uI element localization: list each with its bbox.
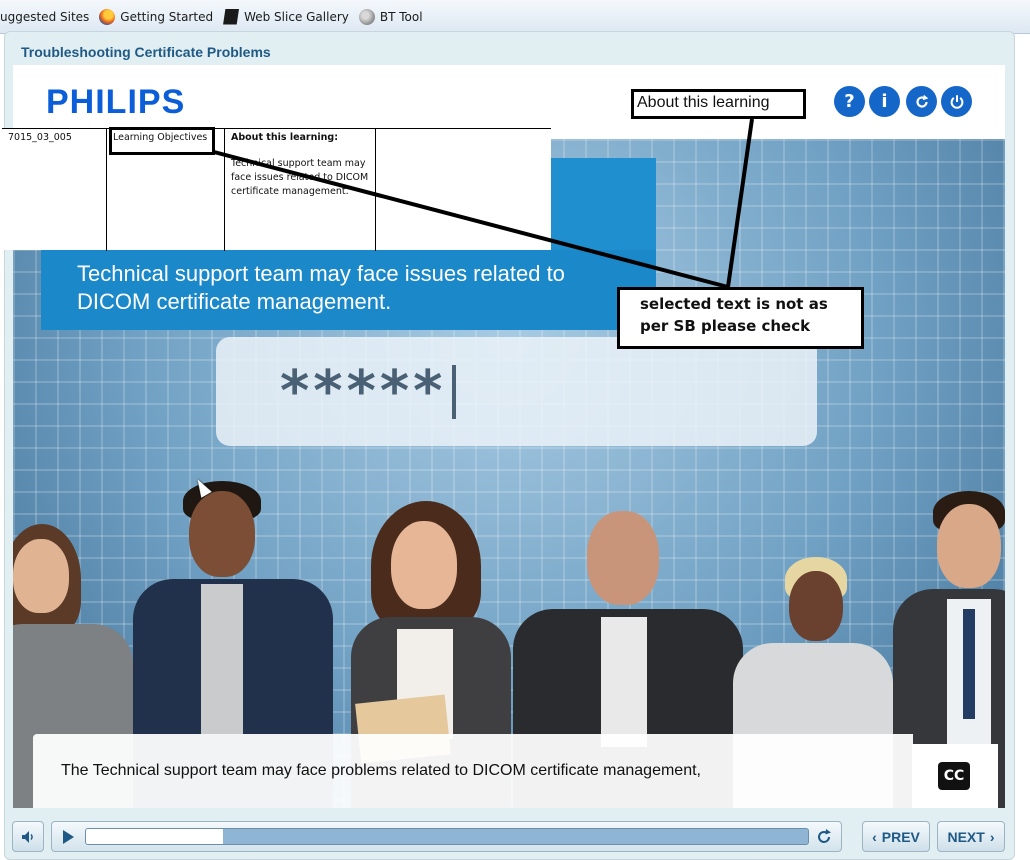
favorite-suggested-sites[interactable]: uggested Sites (0, 10, 89, 24)
password-field-graphic: ***** (216, 337, 817, 446)
help-icon: ? (844, 91, 855, 112)
annotation-note: selected text is not as per SB please ch… (617, 287, 864, 349)
next-button[interactable]: NEXT › (937, 821, 1005, 852)
power-icon (950, 94, 963, 109)
review-heading: About this learning: (231, 132, 338, 143)
chevron-left-icon: ‹ (872, 828, 877, 845)
refresh-icon (915, 94, 928, 108)
prev-label: PREV (881, 828, 920, 845)
philips-logo: PHILIPS (46, 83, 186, 121)
prev-button[interactable]: ‹ PREV (862, 821, 930, 852)
favorite-label: BT Tool (379, 9, 423, 24)
review-table: 7015_03_005 Learning Objectives About th… (2, 128, 551, 251)
web-slice-icon (223, 8, 240, 25)
help-button[interactable]: ? (834, 86, 865, 117)
audio-button[interactable] (12, 821, 44, 852)
firefox-icon (99, 8, 116, 25)
progress-fill (86, 829, 224, 844)
decorative-block (551, 158, 656, 250)
slide-banner: Technical support team may face issues r… (41, 250, 656, 330)
review-screen-id-cell: 7015_03_005 (2, 129, 106, 251)
password-mask: ***** (280, 359, 447, 424)
globe-icon (358, 8, 375, 25)
review-empty-cell (375, 129, 551, 251)
favorite-bt-tool[interactable]: BT Tool (358, 8, 423, 25)
favorite-label: uggested Sites (0, 9, 90, 24)
review-screen-id: 7015_03_005 (8, 132, 72, 143)
info-button[interactable]: i (869, 86, 900, 117)
refresh-button[interactable] (906, 86, 937, 117)
favorite-web-slice-gallery[interactable]: Web Slice Gallery (223, 8, 349, 25)
info-icon: i (881, 91, 888, 112)
review-content-cell: About this learning: Technical support t… (224, 129, 375, 251)
annotation-label: About this learning (631, 89, 806, 119)
favorite-label: Getting Started (120, 9, 214, 24)
favorite-label: Web Slice Gallery (244, 9, 349, 24)
exit-button[interactable] (941, 86, 972, 117)
next-label: NEXT (947, 828, 985, 845)
favorites-bar: uggested Sites Getting Started Web Slice… (0, 0, 1030, 34)
text-caret (452, 364, 457, 419)
course-title: Troubleshooting Certificate Problems (21, 44, 271, 60)
cc-icon: CC (943, 768, 965, 784)
annotation-highlight-box (109, 127, 215, 155)
review-body: Technical support team may face issues r… (231, 158, 369, 197)
replay-icon[interactable] (815, 828, 833, 846)
cc-button[interactable]: CC (938, 762, 970, 790)
play-icon[interactable] (63, 830, 74, 844)
chevron-right-icon: › (989, 828, 995, 845)
favorite-getting-started[interactable]: Getting Started (99, 8, 214, 25)
progress-bar[interactable] (85, 828, 809, 845)
speaker-icon (22, 830, 33, 843)
closed-caption-text: The Technical support team may face prob… (33, 734, 913, 808)
